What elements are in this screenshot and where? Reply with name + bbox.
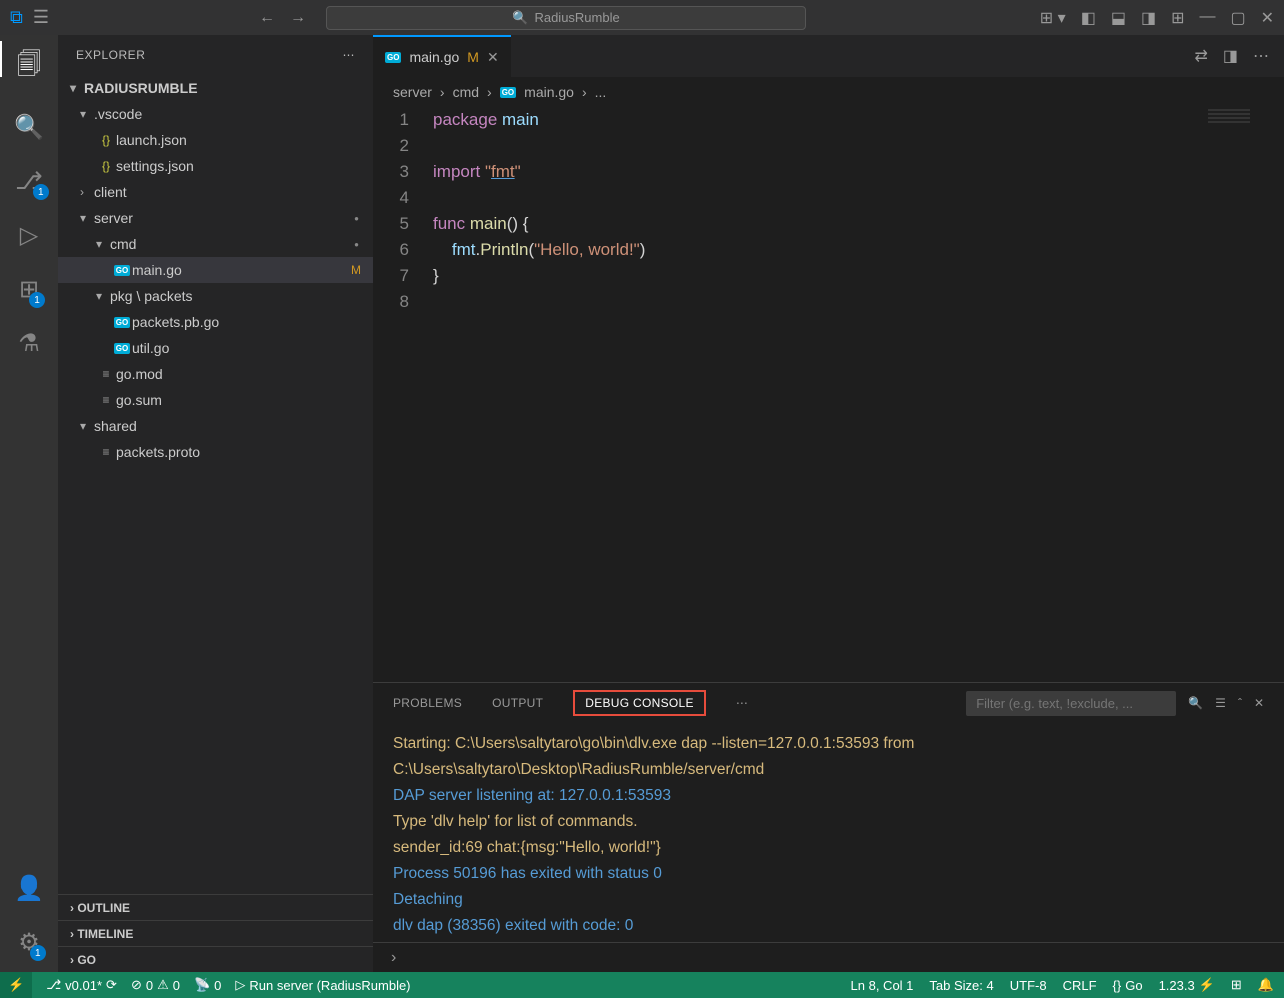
filter-input[interactable] — [966, 691, 1176, 716]
layout-bottom-icon[interactable]: ⬓ — [1111, 8, 1126, 28]
extensions-activity-icon[interactable]: ⊞1 — [19, 275, 39, 304]
menu-icon[interactable]: ☰ — [33, 7, 49, 28]
folder-vscode[interactable]: ▾.vscode — [58, 101, 373, 127]
maximize-button[interactable]: ▢ — [1230, 8, 1245, 28]
vscode-logo-icon: ⧉ — [10, 7, 23, 28]
go-section[interactable]: › GO — [58, 946, 373, 972]
copilot-status-icon[interactable]: ⊞ — [1231, 977, 1242, 993]
debug-activity-icon[interactable]: ▷ — [20, 221, 38, 250]
file-go.mod[interactable]: ≡go.mod — [58, 361, 373, 387]
remote-indicator[interactable]: ⚡ — [0, 972, 32, 998]
activity-bar: 🗐 🔍 ⎇1 ▷ ⊞1 ⚗ 👤 ⚙1 — [0, 35, 58, 972]
layout-right-icon[interactable]: ◨ — [1141, 8, 1156, 28]
layout-left-icon[interactable]: ◧ — [1081, 8, 1096, 28]
panel-tab-output[interactable]: OUTPUT — [492, 696, 543, 710]
outline-section[interactable]: › OUTLINE — [58, 894, 373, 920]
nav-forward-icon[interactable]: → — [290, 9, 306, 27]
folder-pkgpackets[interactable]: ▾pkg \ packets — [58, 283, 373, 309]
filter-search-icon[interactable]: 🔍 — [1188, 696, 1203, 710]
tab-more-icon[interactable]: ⋯ — [1253, 46, 1269, 66]
go-file-icon: GO — [385, 52, 401, 63]
explorer-activity-icon[interactable]: 🗐 — [17, 47, 41, 88]
go-version[interactable]: 1.23.3 ⚡ — [1159, 977, 1215, 993]
go-file-icon: GO — [500, 87, 516, 98]
compare-changes-icon[interactable]: ⇄ — [1194, 46, 1207, 66]
tab-filename: main.go — [409, 49, 459, 65]
search-icon: 🔍 — [512, 10, 528, 26]
file-util.go[interactable]: GOutil.go — [58, 335, 373, 361]
breadcrumb[interactable]: server› cmd› GO main.go› ... — [373, 77, 1284, 107]
sidebar: EXPLORER ⋯ ▾RADIUSRUMBLE ▾.vscode{}launc… — [58, 35, 373, 972]
run-task[interactable]: ▷ Run server (RadiusRumble) — [235, 977, 410, 993]
notifications-icon[interactable]: 🔔 — [1258, 977, 1274, 993]
branch-indicator[interactable]: ⎇ v0.01* ⟳ — [46, 977, 117, 993]
panel-tab-debug-console[interactable]: DEBUG CONSOLE — [573, 690, 706, 716]
tab-bar: GO main.go M ✕ ⇄ ◨ ⋯ — [373, 35, 1284, 77]
status-bar: ⚡ ⎇ v0.01* ⟳ ⊘ 0 ⚠ 0 📡 0 ▷ Run server (R… — [0, 972, 1284, 998]
tab-main-go[interactable]: GO main.go M ✕ — [373, 35, 511, 77]
sidebar-more-icon[interactable]: ⋯ — [343, 48, 356, 62]
minimize-button[interactable]: — — [1199, 8, 1215, 28]
code-editor[interactable]: 12345678 package main import "fmt" func … — [373, 107, 1284, 682]
panel-tab-problems[interactable]: PROBLEMS — [393, 696, 462, 710]
panel-more-icon[interactable]: ⋯ — [736, 696, 748, 710]
encoding[interactable]: UTF-8 — [1010, 977, 1047, 993]
folder-server[interactable]: ▾server● — [58, 205, 373, 231]
problems-indicator[interactable]: ⊘ 0 ⚠ 0 — [131, 977, 180, 993]
close-button[interactable]: ✕ — [1261, 8, 1274, 28]
layout-grid-icon[interactable]: ⊞ — [1171, 8, 1184, 28]
tab-modified-badge: M — [467, 49, 479, 65]
sidebar-title: EXPLORER — [76, 48, 145, 62]
file-main.go[interactable]: GOmain.goM — [58, 257, 373, 283]
folder-shared[interactable]: ▾shared — [58, 413, 373, 439]
account-icon[interactable]: 👤 — [14, 874, 44, 903]
file-packets.pb.go[interactable]: GOpackets.pb.go — [58, 309, 373, 335]
split-editor-icon[interactable]: ◨ — [1223, 46, 1238, 66]
filter-settings-icon[interactable]: ☰ — [1215, 696, 1226, 710]
file-go.sum[interactable]: ≡go.sum — [58, 387, 373, 413]
bottom-panel: PROBLEMS OUTPUT DEBUG CONSOLE ⋯ 🔍 ☰ ˆ ✕ … — [373, 682, 1284, 972]
ports-indicator[interactable]: 📡 0 — [194, 977, 221, 993]
nav-back-icon[interactable]: ← — [259, 9, 275, 27]
editor-area: GO main.go M ✕ ⇄ ◨ ⋯ server› cmd› GO mai… — [373, 35, 1284, 972]
tab-close-icon[interactable]: ✕ — [487, 49, 499, 66]
panel-close-icon[interactable]: ✕ — [1254, 696, 1264, 710]
panel-collapse-icon[interactable]: ˆ — [1238, 696, 1242, 710]
project-root[interactable]: ▾RADIUSRUMBLE — [58, 75, 373, 101]
file-packets.proto[interactable]: ≡packets.proto — [58, 439, 373, 465]
folder-client[interactable]: ›client — [58, 179, 373, 205]
tab-size[interactable]: Tab Size: 4 — [929, 977, 993, 993]
debug-repl-input[interactable]: › — [373, 942, 1284, 972]
file-launch.json[interactable]: {}launch.json — [58, 127, 373, 153]
minimap[interactable] — [1208, 107, 1278, 127]
timeline-section[interactable]: › TIMELINE — [58, 920, 373, 946]
copilot-icon[interactable]: ⊞ ▾ — [1040, 8, 1066, 28]
title-bar: ⧉ ☰ ← → 🔍 RadiusRumble ⊞ ▾ ◧ ⬓ ◨ ⊞ — ▢ ✕ — [0, 0, 1284, 35]
folder-cmd[interactable]: ▾cmd● — [58, 231, 373, 257]
cursor-position[interactable]: Ln 8, Col 1 — [851, 977, 914, 993]
language-mode[interactable]: {} Go — [1113, 977, 1143, 993]
scm-activity-icon[interactable]: ⎇1 — [15, 167, 43, 196]
search-label: RadiusRumble — [534, 10, 619, 25]
eol[interactable]: CRLF — [1063, 977, 1097, 993]
command-center[interactable]: 🔍 RadiusRumble — [326, 6, 806, 30]
file-tree: ▾RADIUSRUMBLE ▾.vscode{}launch.json{}set… — [58, 75, 373, 894]
search-activity-icon[interactable]: 🔍 — [14, 113, 44, 142]
debug-console-content[interactable]: Starting: C:\Users\saltytaro\go\bin\dlv.… — [373, 723, 1284, 942]
testing-activity-icon[interactable]: ⚗ — [18, 329, 40, 358]
settings-icon[interactable]: ⚙1 — [18, 928, 40, 957]
file-settings.json[interactable]: {}settings.json — [58, 153, 373, 179]
